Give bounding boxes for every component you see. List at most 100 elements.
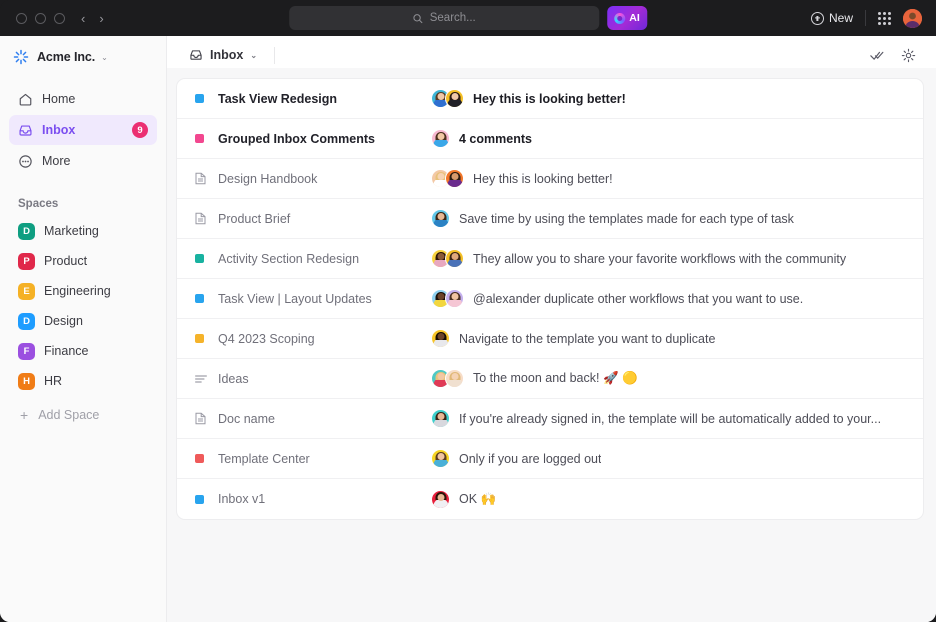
global-search-area: Search... AI xyxy=(289,6,647,30)
add-space-button[interactable]: + Add Space xyxy=(9,400,157,430)
status-square-icon xyxy=(195,94,204,103)
forward-chevron-icon[interactable]: › xyxy=(99,12,103,25)
table-row[interactable]: Design Handbook Hey this is looking bett… xyxy=(177,159,923,199)
ai-button[interactable]: AI xyxy=(607,6,647,30)
table-row[interactable]: Inbox v1 OK 🙌 xyxy=(177,479,923,519)
avatar-group xyxy=(431,89,464,108)
table-row[interactable]: Activity Section Redesign They allow you… xyxy=(177,239,923,279)
sidebar-item-hr[interactable]: H HR xyxy=(9,366,157,396)
inbox-icon xyxy=(190,50,202,60)
row-title: Template Center xyxy=(218,451,310,466)
table-row[interactable]: Grouped Inbox Comments 4 comments xyxy=(177,119,923,159)
row-type-icon xyxy=(195,172,209,185)
avatar-group xyxy=(431,369,464,388)
inbox-scroll-area[interactable]: Task View Redesign Hey this is looking b… xyxy=(167,68,936,622)
avatar xyxy=(445,89,464,108)
row-type-icon xyxy=(195,254,209,263)
title-bar: ‹ › Search... AI New xyxy=(0,0,936,36)
row-title: Task View | Layout Updates xyxy=(218,291,372,306)
sidebar-item-inbox[interactable]: Inbox 9 xyxy=(9,115,157,145)
new-button[interactable]: New xyxy=(810,11,853,25)
list-lines-icon xyxy=(195,374,207,383)
spaces-section-title: Spaces xyxy=(18,198,59,210)
space-label: Finance xyxy=(44,344,89,358)
table-row[interactable]: Ideas To the moon and back! 🚀 🟡 xyxy=(177,359,923,399)
more-dots-icon xyxy=(19,154,32,168)
minimize-window-button[interactable] xyxy=(35,12,46,24)
grid-apps-icon[interactable] xyxy=(878,11,891,25)
table-row[interactable]: Template Center Only if you are logged o… xyxy=(177,439,923,479)
close-window-button[interactable] xyxy=(16,12,27,24)
avatar xyxy=(431,489,450,509)
row-detail: 4 comments xyxy=(431,129,907,148)
sidebar-item-engineering[interactable]: E Engineering xyxy=(9,276,157,306)
sidebar-item-marketing[interactable]: D Marketing xyxy=(9,216,157,246)
avatar-group xyxy=(431,169,464,188)
mark-all-read-icon[interactable] xyxy=(870,48,885,63)
home-icon xyxy=(19,93,32,106)
ai-sparkle-icon xyxy=(614,12,626,24)
row-title: Q4 2023 Scoping xyxy=(218,331,315,346)
space-avatar: H xyxy=(18,372,35,390)
table-row[interactable]: Doc name If you're already signed in, th… xyxy=(177,399,923,439)
search-input[interactable]: Search... xyxy=(289,6,600,30)
avatar xyxy=(431,129,450,148)
doc-icon xyxy=(195,172,206,185)
space-avatar: D xyxy=(18,312,35,330)
table-row[interactable]: Task View Redesign Hey this is looking b… xyxy=(177,79,923,119)
row-title: Doc name xyxy=(218,411,275,426)
sidebar-item-home[interactable]: Home xyxy=(9,84,157,114)
app-body: Acme Inc. ⌄ Home Inbox 9 More Spaces D M… xyxy=(0,36,936,622)
table-row[interactable]: Q4 2023 Scoping Navigate to the template… xyxy=(177,319,923,359)
row-type-icon xyxy=(195,494,209,504)
sidebar-item-more[interactable]: More xyxy=(9,146,157,176)
user-avatar[interactable] xyxy=(903,8,922,28)
row-title: Ideas xyxy=(218,371,249,386)
table-row[interactable]: Task View | Layout Updates @alexander du… xyxy=(177,279,923,319)
plus-icon: + xyxy=(20,407,29,423)
row-detail: Hey this is looking better! xyxy=(431,169,907,188)
back-chevron-icon[interactable]: ‹ xyxy=(81,12,85,25)
space-avatar: F xyxy=(18,342,35,360)
avatar xyxy=(445,289,464,308)
settings-gear-icon[interactable] xyxy=(901,48,916,63)
sidebar-item-design[interactable]: D Design xyxy=(9,306,157,336)
avatar-group xyxy=(431,289,464,308)
chevron-down-icon: ⌄ xyxy=(101,52,108,62)
avatar xyxy=(445,169,464,188)
row-message: Save time by using the templates made fo… xyxy=(459,211,794,226)
inbox-header-actions xyxy=(870,48,920,63)
sidebar-item-finance[interactable]: F Finance xyxy=(9,336,157,366)
table-row[interactable]: Product Brief Save time by using the tem… xyxy=(177,199,923,239)
row-type-icon xyxy=(195,454,209,463)
avatar-group xyxy=(431,129,450,148)
avatar-group xyxy=(431,209,450,228)
space-label: Design xyxy=(44,314,83,328)
avatar xyxy=(445,369,464,388)
status-square-icon xyxy=(195,254,204,263)
primary-navigation: Home Inbox 9 More xyxy=(9,84,157,176)
space-avatar: D xyxy=(18,222,35,240)
row-detail: If you're already signed in, the templat… xyxy=(431,409,907,428)
sidebar-item-product[interactable]: P Product xyxy=(9,246,157,276)
spaces-list: D Marketing P Product E Engineering D De… xyxy=(9,216,157,396)
row-type-icon xyxy=(195,412,209,425)
maximize-window-button[interactable] xyxy=(54,12,65,24)
inbox-unread-badge: 9 xyxy=(132,122,148,138)
row-detail: Hey this is looking better! xyxy=(431,89,907,108)
row-detail: @alexander duplicate other workflows tha… xyxy=(431,289,907,308)
inbox-icon xyxy=(19,125,32,136)
chevron-down-icon: ⌄ xyxy=(250,50,258,60)
avatar xyxy=(445,249,464,268)
view-selector-inbox[interactable]: Inbox ⌄ xyxy=(183,45,263,65)
workspace-switcher[interactable]: Acme Inc. ⌄ xyxy=(9,40,157,74)
avatar-group xyxy=(431,329,450,348)
row-title: Activity Section Redesign xyxy=(218,251,360,266)
sidebar-item-label: Inbox xyxy=(42,123,76,137)
doc-icon xyxy=(195,212,206,225)
avatar xyxy=(431,449,450,468)
row-message: They allow you to share your favorite wo… xyxy=(473,251,847,266)
row-message: Navigate to the template you want to dup… xyxy=(459,331,716,346)
status-square-icon xyxy=(195,294,204,303)
window-controls xyxy=(10,12,65,24)
